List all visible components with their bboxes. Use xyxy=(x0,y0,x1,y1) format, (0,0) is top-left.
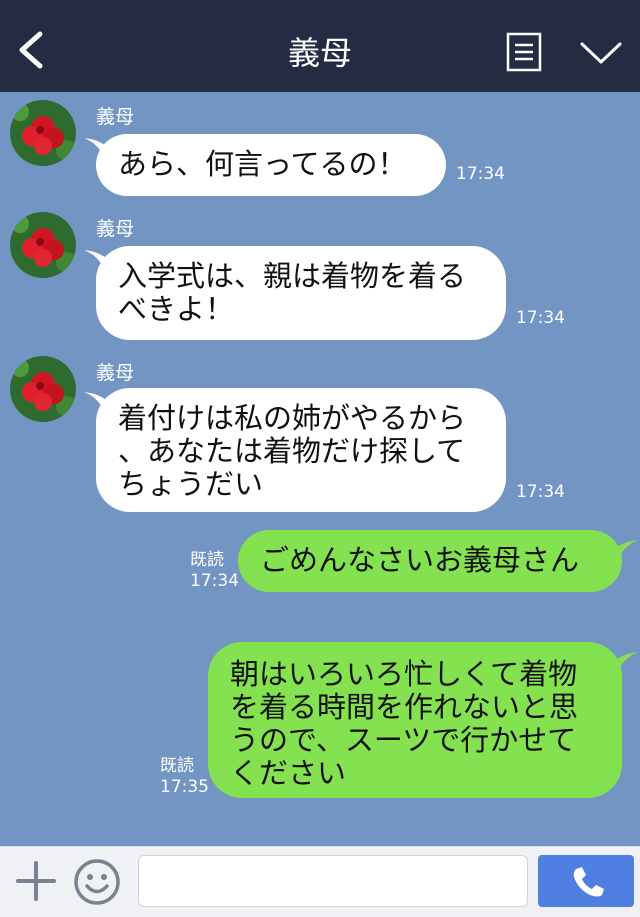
message-text: ごめんなさいお義母さん xyxy=(260,543,580,577)
chat-title: 義母 xyxy=(287,34,352,72)
message-bubble-outgoing[interactable]: 朝はいろいろ忙しくて着物 を着る時間を作れないと思 うので、スーツで行かせて く… xyxy=(208,642,622,798)
phone-icon xyxy=(573,867,604,897)
smiley-icon xyxy=(74,859,120,905)
read-receipt: 既読 xyxy=(160,756,194,776)
list-menu-icon xyxy=(506,32,542,72)
message-time: 17:34 xyxy=(516,482,565,502)
message-bubble-outgoing[interactable]: ごめんなさいお義母さん xyxy=(238,530,622,592)
message-time: 17:34 xyxy=(190,571,239,591)
message-text: 朝はいろいろ忙しくて着物 を着る時間を作れないと思 うので、スーツで行かせて く… xyxy=(230,657,579,790)
message-text: 入学式は、親は着物を着る べきよ！ xyxy=(118,259,467,326)
flower-avatar-icon xyxy=(10,212,76,278)
chevron-down-icon xyxy=(580,42,622,64)
message-text: あら、何言ってるの！ xyxy=(118,147,407,181)
plus-icon xyxy=(16,861,56,901)
chat-header: 義母 xyxy=(0,0,640,92)
add-attachment-button[interactable] xyxy=(14,859,58,903)
message-bubble-incoming[interactable]: 入学式は、親は着物を着る べきよ！ xyxy=(96,246,506,340)
message-time: 17:34 xyxy=(456,164,505,184)
message-text: 着付けは私の姉がやるから 、あなたは着物だけ探して ちょうだい xyxy=(118,401,467,501)
call-button[interactable] xyxy=(538,855,634,907)
chat-footer xyxy=(0,846,640,917)
emoji-button[interactable] xyxy=(72,857,122,907)
message-input[interactable] xyxy=(138,855,528,907)
message-time: 17:35 xyxy=(160,777,209,797)
chat-area[interactable]: 義母 あら、何言ってるの！ 17:34 義母 入学式は、親は着物を着る べきよ！… xyxy=(0,92,640,846)
sender-name: 義母 xyxy=(96,362,135,384)
message-bubble-incoming[interactable]: あら、何言ってるの！ xyxy=(96,134,446,196)
message-time: 17:34 xyxy=(516,308,565,328)
avatar[interactable] xyxy=(10,356,76,422)
menu-button[interactable] xyxy=(506,32,542,72)
more-options-button[interactable] xyxy=(578,38,624,68)
sender-name: 義母 xyxy=(96,106,135,128)
avatar[interactable] xyxy=(10,212,76,278)
bubble-tail xyxy=(608,652,638,676)
bubble-tail xyxy=(608,540,638,564)
avatar[interactable] xyxy=(10,100,76,166)
message-bubble-incoming[interactable]: 着付けは私の姉がやるから 、あなたは着物だけ探して ちょうだい xyxy=(96,388,506,512)
flower-avatar-icon xyxy=(10,356,76,422)
flower-avatar-icon xyxy=(10,100,76,166)
sender-name: 義母 xyxy=(96,218,135,240)
read-receipt: 既読 xyxy=(190,550,224,570)
